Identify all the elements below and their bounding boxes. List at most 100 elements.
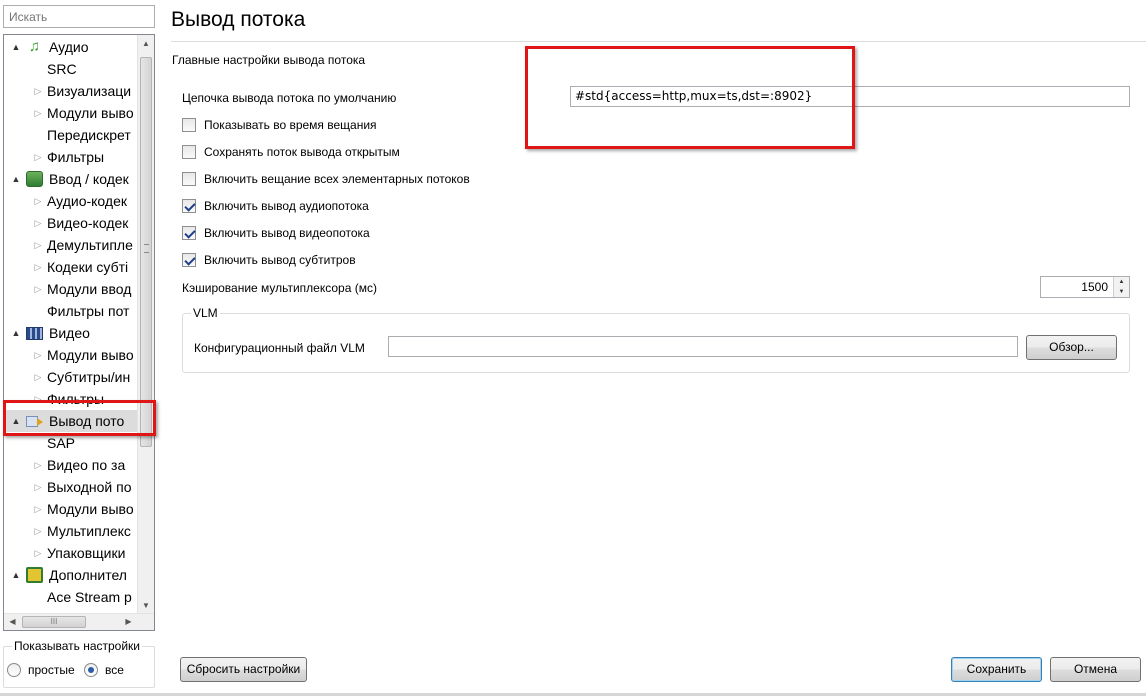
checkbox-label: Включить вывод аудиопотока — [204, 199, 369, 213]
checkbox[interactable] — [182, 226, 196, 240]
checkbox-row[interactable]: Показывать во время вещания — [182, 117, 377, 133]
tree-item-label: Кодеки субті — [47, 259, 129, 275]
collapsed-arrow-icon[interactable]: ▷ — [33, 344, 43, 366]
tree-item-label: Видео-кодек — [47, 215, 129, 231]
checkbox-row[interactable]: Включить вывод аудиопотока — [182, 198, 369, 214]
checkbox[interactable] — [182, 172, 196, 186]
collapsed-arrow-icon[interactable]: ▷ — [33, 80, 43, 102]
search-input[interactable] — [3, 5, 155, 28]
collapsed-arrow-icon[interactable]: ▷ — [33, 498, 43, 520]
tree-item[interactable]: ▷ Демультипле — [4, 234, 140, 256]
tree-item[interactable]: ▷ Субтитры/ин — [4, 366, 140, 388]
tree-item-label: Мультиплекс — [47, 523, 131, 539]
collapsed-arrow-icon[interactable]: ▷ — [33, 278, 43, 300]
collapsed-arrow-icon[interactable]: ▷ — [33, 190, 43, 212]
spin-up-icon[interactable]: ▲ — [1114, 277, 1129, 287]
radio-all-indicator[interactable] — [84, 663, 98, 677]
cancel-button[interactable]: Отмена — [1050, 657, 1141, 682]
expanded-arrow-icon[interactable]: ▲ — [11, 564, 21, 586]
film-icon — [26, 327, 43, 340]
tree-item[interactable]: ▷ Аудио-кодек — [4, 190, 140, 212]
tree-horizontal-scrollbar[interactable]: ◀ III ▶ — [4, 613, 154, 630]
expanded-arrow-icon[interactable]: ▲ — [11, 36, 21, 58]
tree-item[interactable]: ▲ ♫ Аудио — [4, 36, 140, 58]
tree-item-label: Фильтры пот — [47, 303, 130, 319]
show-settings-title: Показывать настройки — [12, 639, 143, 653]
vlm-file-label: Конфигурационный файл VLM — [194, 341, 365, 355]
collapsed-arrow-icon[interactable]: ▷ — [33, 520, 43, 542]
spin-down-icon[interactable]: ▼ — [1114, 287, 1129, 297]
tree-item[interactable]: ▷ Видео-кодек — [4, 212, 140, 234]
vlm-file-input[interactable] — [388, 336, 1018, 357]
scroll-thumb[interactable] — [140, 57, 152, 447]
checkbox[interactable] — [182, 199, 196, 213]
scroll-down-arrow-icon[interactable]: ▼ — [138, 597, 154, 614]
checkbox[interactable] — [182, 118, 196, 132]
checkbox-label: Включить вывод субтитров — [204, 253, 356, 267]
scroll-up-arrow-icon[interactable]: ▲ — [138, 35, 154, 52]
annotation-box-tree-item — [3, 400, 156, 436]
tree-item[interactable]: ▲ Ввод / кодек — [4, 168, 140, 190]
cache-value[interactable]: 1500 — [1081, 280, 1108, 294]
collapsed-arrow-icon[interactable]: ▷ — [33, 234, 43, 256]
collapsed-arrow-icon[interactable]: ▷ — [33, 256, 43, 278]
checkbox-row[interactable]: Включить вещание всех элементарных поток… — [182, 171, 470, 187]
checkbox[interactable] — [182, 253, 196, 267]
tree-item[interactable]: ▷ Мультиплекс — [4, 520, 140, 542]
tree-item-label: Дополнител — [49, 567, 127, 583]
collapsed-arrow-icon[interactable]: ▷ — [33, 454, 43, 476]
show-settings-group: Показывать настройки простые все — [3, 639, 155, 688]
collapsed-arrow-icon[interactable]: ▷ — [33, 366, 43, 388]
scroll-right-arrow-icon[interactable]: ▶ — [120, 614, 137, 630]
collapsed-arrow-icon[interactable]: ▷ — [33, 102, 43, 124]
hscroll-thumb[interactable]: III — [22, 616, 86, 628]
cache-label: Кэширование мультиплексора (мс) — [182, 281, 377, 295]
tree-item[interactable]: ▷ Модули выво — [4, 498, 140, 520]
reset-settings-button[interactable]: Сбросить настройки — [180, 657, 307, 682]
tree-item[interactable]: ▷ Визуализаци — [4, 80, 140, 102]
expanded-arrow-icon[interactable]: ▲ — [11, 168, 21, 190]
music-note-icon: ♫ — [28, 38, 41, 55]
collapsed-arrow-icon[interactable]: ▷ — [33, 476, 43, 498]
checkbox[interactable] — [182, 145, 196, 159]
tree-item[interactable]: ▲ Дополнител — [4, 564, 140, 586]
checkbox-row[interactable]: Сохранять поток вывода открытым — [182, 144, 400, 160]
section-title: Главные настройки вывода потока — [172, 53, 366, 67]
tree-vertical-scrollbar[interactable]: ▲ ▼ — [137, 35, 154, 614]
input-codec-icon — [26, 171, 43, 187]
tree-item[interactable]: ▷ Выходной по — [4, 476, 140, 498]
cache-spinbox[interactable]: 1500 ▲ ▼ — [1040, 276, 1130, 298]
tree-item[interactable]: ▷ Кодеки субті — [4, 256, 140, 278]
browse-button[interactable]: Обзор... — [1026, 335, 1117, 360]
tree-item[interactable]: ▷ Модули ввод — [4, 278, 140, 300]
expanded-arrow-icon[interactable]: ▲ — [11, 322, 21, 344]
checkbox-row[interactable]: Включить вывод видеопотока — [182, 225, 370, 241]
collapsed-arrow-icon[interactable]: ▷ — [33, 542, 43, 564]
tree-items: ▲ ♫ Аудио SRC ▷ Визуализаци ▷ Модули выво Переди… — [4, 36, 140, 608]
tree-item[interactable]: ▷ Видео по за — [4, 454, 140, 476]
tree-item[interactable]: ▷ Фильтры — [4, 146, 140, 168]
settings-tree[interactable]: ▲ ♫ Аудио SRC ▷ Визуализаци ▷ Модули выво Переди… — [3, 34, 155, 631]
tree-item[interactable]: ▷ Модули выво — [4, 344, 140, 366]
tree-item[interactable]: ▲ Видео — [4, 322, 140, 344]
tree-item[interactable]: Фильтры пот — [4, 300, 140, 322]
tree-item[interactable]: ▷ Упаковщики — [4, 542, 140, 564]
collapsed-arrow-icon[interactable]: ▷ — [33, 212, 43, 234]
tree-item-label: Выходной по — [47, 479, 132, 495]
checkbox-row[interactable]: Включить вывод субтитров — [182, 252, 356, 268]
title-divider — [171, 41, 1146, 42]
save-button[interactable]: Сохранить — [951, 657, 1042, 682]
tree-item-label: Фильтры — [47, 149, 105, 165]
tree-item-label: Модули выво — [47, 501, 134, 517]
tree-item[interactable]: Ace Stream p — [4, 586, 140, 608]
spin-buttons[interactable]: ▲ ▼ — [1113, 277, 1129, 297]
scroll-left-arrow-icon[interactable]: ◀ — [4, 614, 21, 630]
tree-item[interactable]: SRC — [4, 58, 140, 80]
radio-all[interactable]: все — [84, 662, 124, 678]
radio-simple[interactable]: простые — [7, 662, 75, 678]
tree-item-label: Ace Stream p — [47, 589, 132, 605]
radio-simple-indicator[interactable] — [7, 663, 21, 677]
collapsed-arrow-icon[interactable]: ▷ — [33, 146, 43, 168]
tree-item[interactable]: ▷ Модули выво — [4, 102, 140, 124]
tree-item[interactable]: Передискрет — [4, 124, 140, 146]
